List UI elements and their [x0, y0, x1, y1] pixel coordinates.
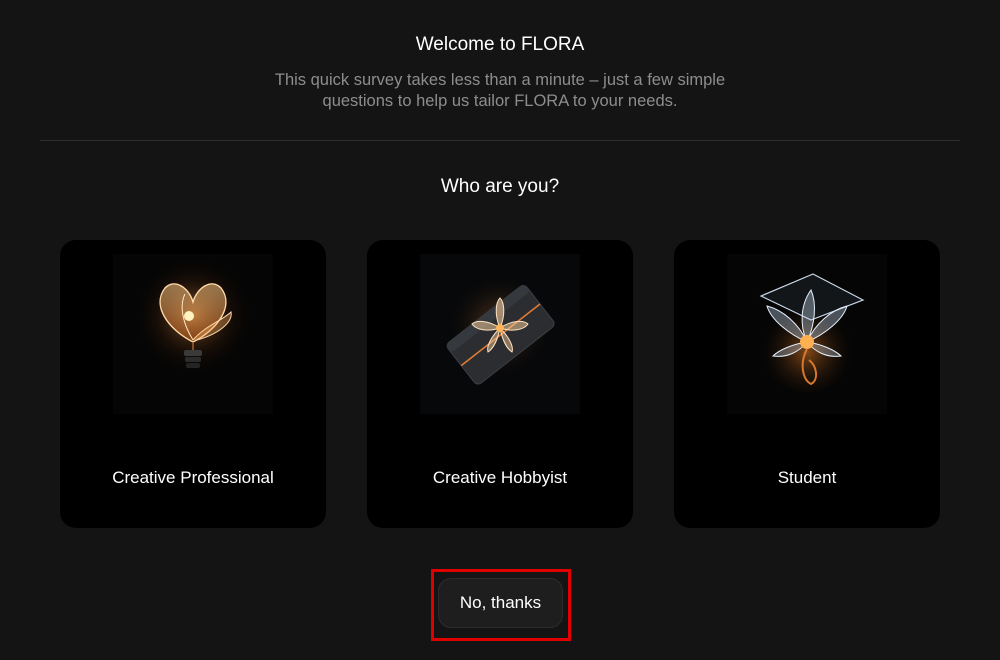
question-heading: Who are you? [440, 176, 560, 197]
option-card-creative-professional[interactable]: Creative Professional [60, 240, 326, 528]
option-card-student[interactable]: Student [674, 240, 940, 528]
flower-graduation-cap-icon [727, 254, 887, 414]
no-thanks-button[interactable]: No, thanks [438, 578, 563, 628]
divider [40, 140, 960, 141]
glowing-flower-lightbulb-icon [113, 254, 273, 414]
flower-gift-box-icon [420, 254, 580, 414]
page-subtitle: This quick survey takes less than a minu… [274, 71, 726, 110]
page-title: Welcome to FLORA [415, 34, 585, 55]
option-label: Creative Professional [112, 468, 274, 487]
survey-page: Welcome to FLORA This quick survey takes… [0, 0, 1000, 660]
option-label: Creative Hobbyist [432, 468, 568, 487]
option-label: Student [777, 468, 837, 487]
option-card-creative-hobbyist[interactable]: Creative Hobbyist [367, 240, 633, 528]
